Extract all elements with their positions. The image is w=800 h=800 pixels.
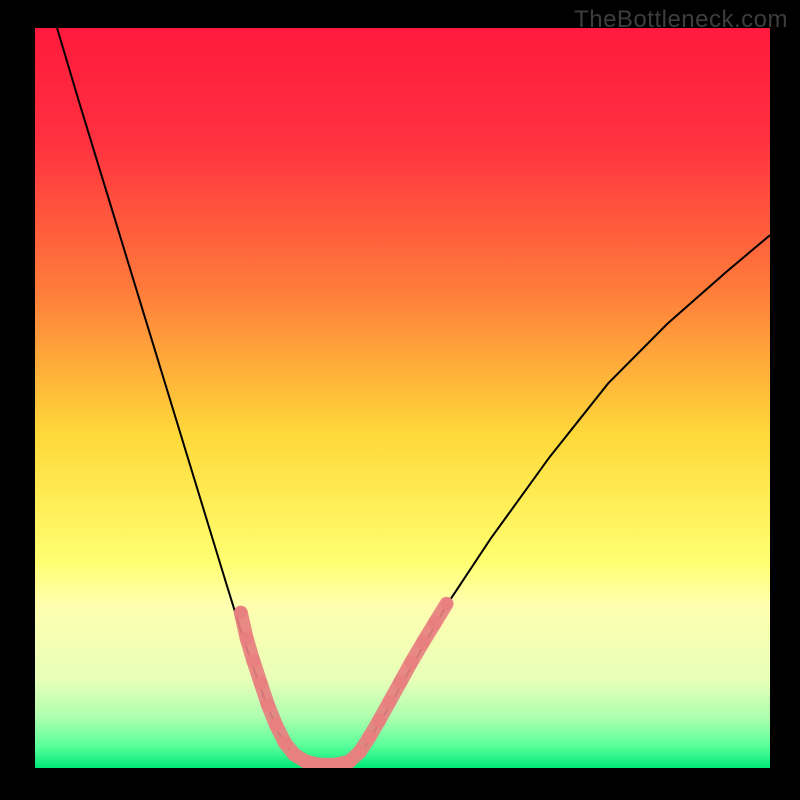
overlay-dot: [255, 677, 267, 689]
overlay-dot: [383, 696, 395, 708]
overlay-dot: [405, 656, 417, 668]
overlay-dot: [394, 676, 406, 688]
overlay-dot: [235, 607, 247, 619]
overlay-dot: [241, 633, 253, 645]
watermark-text: TheBottleneck.com: [574, 6, 788, 34]
chart-container: TheBottleneck.com: [0, 0, 800, 800]
overlay-dot: [363, 731, 375, 743]
overlay-dot: [344, 755, 356, 767]
overlay-dot: [247, 655, 259, 667]
overlay-dot: [279, 737, 291, 749]
overlay-dot: [270, 719, 282, 731]
overlay-dot: [441, 598, 453, 610]
chart-plot-area: [35, 28, 770, 768]
gradient-background: [35, 28, 770, 768]
chart-svg: [35, 28, 770, 768]
overlay-dot: [288, 749, 300, 761]
overlay-dot: [262, 699, 274, 711]
overlay-dot: [299, 755, 311, 767]
overlay-dot: [373, 715, 385, 727]
overlay-dot: [417, 636, 429, 648]
overlay-dot: [354, 746, 366, 758]
overlay-dot: [429, 617, 441, 629]
